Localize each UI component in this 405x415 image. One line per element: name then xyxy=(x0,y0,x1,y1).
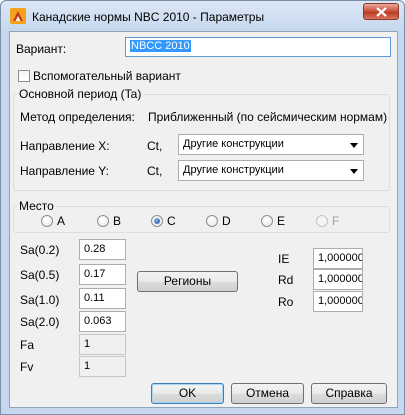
period-group-title: Основной период (Ta) xyxy=(17,87,144,101)
sa05-input-value: 0.17 xyxy=(84,268,106,280)
radio-c[interactable] xyxy=(151,215,163,227)
site-option-c-label: C xyxy=(167,214,176,228)
regions-button[interactable]: Регионы xyxy=(137,271,238,292)
auxiliary-variant-checkbox[interactable] xyxy=(18,70,30,82)
sa20-input[interactable]: 0.063 xyxy=(79,311,126,332)
radio-a[interactable] xyxy=(41,215,53,227)
direction-y-ct-label: Ct, xyxy=(147,164,163,178)
sa05-input[interactable]: 0.17 xyxy=(79,264,126,285)
rd-input-value: 1,000000 xyxy=(318,273,363,285)
auxiliary-variant-label: Вспомогательный вариант xyxy=(33,69,181,83)
close-icon xyxy=(376,7,387,17)
site-group-title: Место xyxy=(17,199,56,213)
fa-value: 1 xyxy=(84,338,91,350)
help-button[interactable]: Справка xyxy=(311,383,387,404)
radio-d[interactable] xyxy=(206,215,218,227)
rd-input[interactable]: 1,000000 xyxy=(313,269,363,290)
dialog-body: Вариант: NBCC 2010 Вспомогательный вариа… xyxy=(9,31,398,408)
radio-f xyxy=(316,215,328,227)
direction-x-ct-label: Ct, xyxy=(147,139,163,153)
window-title: Канадские нормы NBC 2010 - Параметры xyxy=(32,10,265,24)
rd-label: Rd xyxy=(278,273,294,287)
ie-input[interactable]: 1,000000 xyxy=(313,248,363,269)
site-option-a-label: A xyxy=(57,214,66,228)
site-option-d-label: D xyxy=(222,214,231,228)
sa20-label: Sa(2.0) xyxy=(20,315,60,329)
ro-label: Ro xyxy=(278,295,294,309)
cancel-button[interactable]: Отмена xyxy=(231,383,304,404)
sa10-input-value: 0.11 xyxy=(84,292,105,304)
direction-y-select[interactable]: Другие конструкции xyxy=(178,160,364,181)
radio-b[interactable] xyxy=(97,215,109,227)
direction-y-label: Направление Y: xyxy=(20,164,109,178)
radio-e[interactable] xyxy=(261,215,273,227)
ok-button[interactable]: OK xyxy=(151,383,224,404)
sa02-input-value: 0.28 xyxy=(84,243,106,255)
dialog-window: Канадские нормы NBC 2010 - Параметры Вар… xyxy=(0,0,405,415)
fa-readonly-field: 1 xyxy=(79,334,126,355)
ro-input-value: 1,000000 xyxy=(318,295,363,307)
fv-readonly-field: 1 xyxy=(79,356,126,377)
direction-x-select[interactable]: Другие конструкции xyxy=(178,134,364,155)
ie-label: IE xyxy=(278,252,290,266)
sa02-label: Sa(0.2) xyxy=(20,243,60,257)
sa05-label: Sa(0.5) xyxy=(20,268,60,282)
sa10-label: Sa(1.0) xyxy=(20,293,60,307)
site-option-f-label: F xyxy=(332,214,340,228)
direction-y-select-value: Другие конструкции xyxy=(183,164,284,176)
variant-label: Вариант: xyxy=(16,42,67,56)
dropdown-arrow-icon xyxy=(350,169,358,174)
sa02-input[interactable]: 0.28 xyxy=(79,239,126,260)
variant-input-value: NBCC 2010 xyxy=(130,40,191,52)
app-logo-icon xyxy=(10,8,26,24)
fv-label: Fv xyxy=(20,360,34,374)
ie-input-value: 1,000000 xyxy=(318,252,363,264)
method-label: Метод определения: xyxy=(20,110,135,124)
sa10-input[interactable]: 0.11 xyxy=(79,288,126,309)
title-bar[interactable]: Канадские нормы NBC 2010 - Параметры xyxy=(1,1,404,31)
ro-input[interactable]: 1,000000 xyxy=(313,291,363,312)
fv-value: 1 xyxy=(84,360,91,372)
close-button[interactable] xyxy=(363,3,399,20)
sa20-input-value: 0.063 xyxy=(84,315,112,327)
direction-x-label: Направление X: xyxy=(20,139,110,153)
fa-label: Fa xyxy=(20,338,35,352)
variant-input[interactable]: NBCC 2010 xyxy=(125,37,391,57)
direction-x-select-value: Другие конструкции xyxy=(183,138,284,150)
site-option-b-label: B xyxy=(113,214,122,228)
method-value: Приближенный (по сейсмическим нормам) xyxy=(148,110,388,124)
dropdown-arrow-icon xyxy=(350,143,358,148)
site-option-e-label: E xyxy=(277,214,286,228)
